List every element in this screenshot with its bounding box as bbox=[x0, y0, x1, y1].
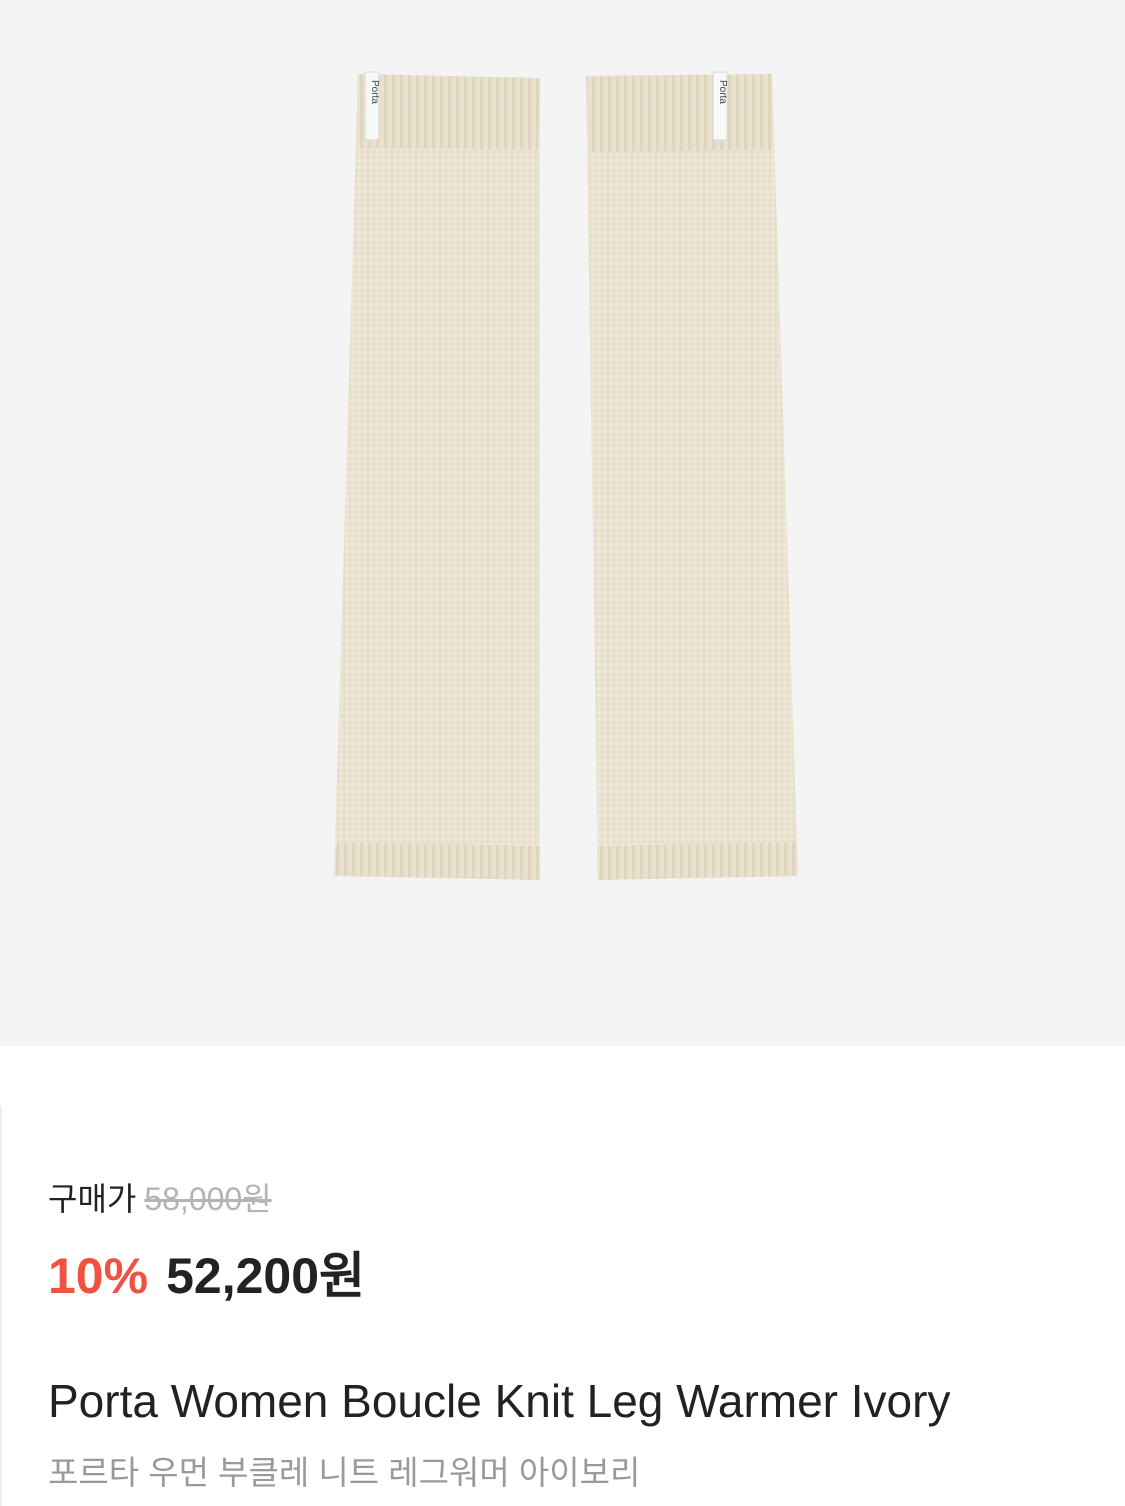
price-label: 구매가 bbox=[48, 1181, 137, 1217]
product-title-english: Porta Women Boucle Knit Leg Warmer Ivory bbox=[48, 1375, 951, 1427]
divider bbox=[0, 1106, 2, 1506]
sale-price: 52,200원 bbox=[166, 1248, 366, 1304]
product-title-korean: 포르타 우먼 부클레 니트 레그워머 아이보리 bbox=[48, 1454, 641, 1491]
original-price: 58,000원 bbox=[144, 1181, 272, 1217]
discount-rate: 10% bbox=[48, 1248, 149, 1304]
brand-tag-text: Porta bbox=[717, 80, 728, 104]
product-image[interactable]: Porta Porta bbox=[0, 0, 1125, 1046]
purchase-price-row: 구매가 58,000원 bbox=[48, 1174, 272, 1220]
sale-price-row: 10% 52,200원 bbox=[48, 1236, 365, 1308]
product-info: 구매가 58,000원 10% 52,200원 Porta Women Boucle… bbox=[0, 1046, 1125, 1506]
left-leg-warmer: Porta bbox=[334, 71, 540, 880]
leg-warmers-image: Porta Porta bbox=[334, 71, 798, 880]
brand-tag-text: Porta bbox=[369, 80, 380, 104]
right-leg-warmer: Porta bbox=[586, 71, 798, 880]
